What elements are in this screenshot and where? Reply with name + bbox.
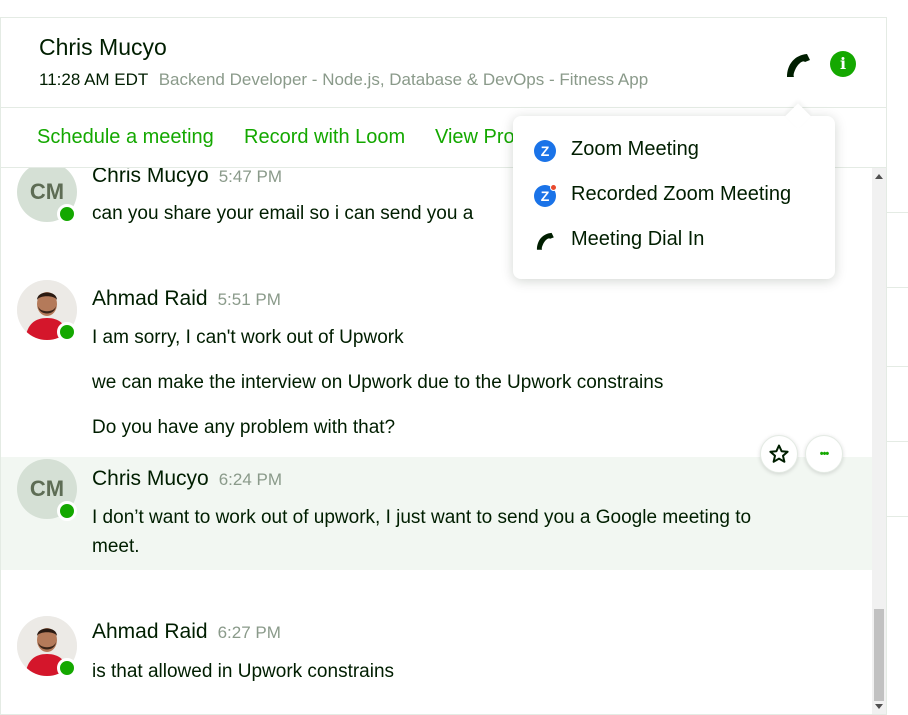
sender-name[interactable]: Ahmad Raid [92,620,208,643]
menu-item-meeting-dial-in[interactable]: Meeting Dial In [513,222,835,262]
zoom-icon: Z [534,140,556,162]
menu-item-label: Meeting Dial In [571,228,705,250]
scrollbar-thumb[interactable] [874,609,884,701]
menu-item-zoom-meeting[interactable]: Z Zoom Meeting [513,132,835,172]
message-text: I don’t want to work out of upwork, I ju… [92,507,752,528]
contact-job-title[interactable]: Backend Developer - Node.js, Database & … [159,70,648,89]
message-text: meet. [92,536,140,557]
view-profile-link[interactable]: View Pro [435,126,515,149]
sender-name[interactable]: Ahmad Raid [92,287,208,310]
message-text: Do you have any problem with that? [92,417,396,438]
message-item-highlighted: CM Chris Mucyo 6:24 PM I don’t want to wo… [1,457,872,570]
menu-item-recorded-zoom-meeting[interactable]: Z Recorded Zoom Meeting [513,177,835,217]
message-text: we can make the interview on Upwork due … [92,372,664,393]
more-dots: ••• [819,448,830,460]
message-sender: Ahmad Raid 6:27 PM [92,620,281,644]
menu-item-label: Zoom Meeting [571,138,699,160]
message-time: 5:47 PM [218,168,283,186]
strip-divider [887,441,908,442]
strip-divider [887,516,908,517]
contact-subtitle: 11:28 AM EDT Backend Developer - Node.js… [39,70,648,90]
menu-item-label: Recorded Zoom Meeting [571,183,792,205]
schedule-meeting-link[interactable]: Schedule a meeting [37,126,214,149]
call-options-menu: Z Zoom Meeting Z Recorded Zoom Meeting M… [513,103,835,279]
message-item: Ahmad Raid 6:27 PM is that allowed in Upw… [1,596,872,696]
more-icon[interactable]: ••• [805,435,843,473]
info-icon[interactable]: i [830,51,856,77]
chat-header: Chris Mucyo 11:28 AM EDT Backend Develop… [1,18,886,108]
contact-local-time: 11:28 AM EDT [39,70,148,89]
message-time: 6:24 PM [218,470,283,489]
record-with-loom-link[interactable]: Record with Loom [244,126,405,149]
contact-name[interactable]: Chris Mucyo [39,34,167,61]
strip-divider [887,212,908,213]
message-item: Ahmad Raid 5:51 PM I am sorry, I can't wo… [1,262,872,452]
record-dot-icon [550,184,557,191]
online-status-dot [57,204,77,224]
phone-icon [534,230,556,252]
online-status-dot [57,322,77,342]
star-icon[interactable] [760,435,798,473]
scroll-down-arrow-icon[interactable] [875,704,883,709]
message-sender: Ahmad Raid 5:51 PM [92,287,281,311]
sender-name[interactable]: Chris Mucyo [92,467,209,490]
zoom-record-icon: Z [534,184,557,207]
strip-divider [887,366,908,367]
phone-icon[interactable] [783,50,813,80]
message-time: 6:27 PM [217,623,281,642]
online-status-dot [57,501,77,521]
right-edge-strip [887,0,908,715]
message-sender: Chris Mucyo 6:24 PM [92,467,282,491]
online-status-dot [57,658,77,678]
scroll-up-arrow-icon[interactable] [875,174,883,179]
message-text: I am sorry, I can't work out of Upwork [92,327,404,348]
message-time: 5:51 PM [217,290,281,309]
message-text: is that allowed in Upwork constrains [92,661,395,682]
message-sender: Chris Mucyo 5:47 PM [92,168,282,188]
zoom-glyph: Z [540,188,550,204]
sender-name[interactable]: Chris Mucyo [92,168,209,187]
message-text: can you share your email so i can send y… [92,203,474,224]
message-scrollbar[interactable] [872,168,886,714]
strip-divider [887,287,908,288]
